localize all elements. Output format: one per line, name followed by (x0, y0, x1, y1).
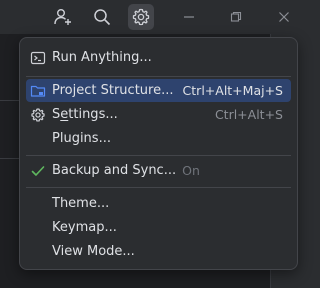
menu-item-label: Project Structure... (52, 83, 174, 98)
sync-status: On (182, 163, 200, 178)
menu-item-shortcut: Ctrl+Alt+Maj+S (182, 83, 283, 98)
add-user-icon[interactable] (50, 4, 76, 30)
menu-item-keymap[interactable]: Keymap... (26, 216, 291, 239)
minimize-icon[interactable] (180, 8, 198, 26)
title-bar (0, 0, 302, 34)
menu-item-run-anything[interactable]: Run Anything... (26, 46, 291, 69)
menu-item-view-mode[interactable]: View Mode... (26, 240, 291, 263)
menu-item-project-structure[interactable]: Project Structure... Ctrl+Alt+Maj+S (26, 79, 291, 102)
search-icon[interactable] (89, 4, 115, 30)
menu-item-settings[interactable]: Settings... Ctrl+Alt+S (26, 103, 291, 126)
menu-item-backup-and-sync[interactable]: Backup and Sync... On (26, 159, 291, 182)
menu-separator (26, 155, 291, 156)
divider (0, 158, 20, 159)
menu-item-label: Plugins... (52, 131, 111, 146)
menu-item-theme[interactable]: Theme... (26, 192, 291, 215)
menu-item-plugins[interactable]: Plugins... (26, 127, 291, 150)
menu-item-label: Keymap... (52, 220, 117, 235)
menu-item-label: View Mode... (52, 244, 135, 259)
menu-item-shortcut: Ctrl+Alt+S (214, 107, 283, 122)
project-structure-icon (30, 83, 46, 99)
gear-icon[interactable] (128, 4, 154, 30)
restore-icon[interactable] (227, 8, 245, 26)
gear-icon (30, 107, 46, 123)
menu-separator (26, 187, 291, 188)
menu-item-label: Theme... (52, 196, 110, 211)
menu-item-label: Settings... (52, 107, 118, 122)
divider (0, 100, 20, 101)
run-anything-icon (30, 50, 46, 66)
close-icon[interactable] (275, 8, 293, 26)
menu-separator (26, 76, 291, 77)
checkmark-icon (30, 163, 46, 179)
menu-item-label: Run Anything... (52, 50, 152, 65)
settings-popup-menu: Run Anything... Project Structure... Ctr… (19, 37, 298, 270)
menu-item-label: Backup and Sync... (52, 163, 177, 178)
